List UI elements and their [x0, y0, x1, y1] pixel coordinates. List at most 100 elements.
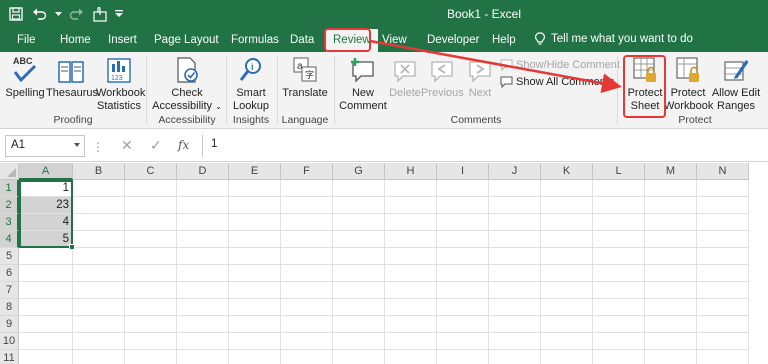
delete-comment-button[interactable]: Delete [388, 54, 422, 100]
cell-k5[interactable] [541, 248, 593, 265]
show-hide-comment-button[interactable]: Show/Hide Comment [500, 59, 620, 71]
cell-i10[interactable] [437, 333, 489, 350]
column-header-e[interactable]: E [229, 163, 281, 180]
cell-d11[interactable] [177, 350, 229, 364]
select-all-corner[interactable] [0, 163, 19, 180]
cell-e7[interactable] [229, 282, 281, 299]
cell-j7[interactable] [489, 282, 541, 299]
previous-comment-button[interactable]: Previous [421, 54, 464, 100]
cell-n2[interactable] [697, 197, 749, 214]
cell-k3[interactable] [541, 214, 593, 231]
cell-k10[interactable] [541, 333, 593, 350]
cell-h1[interactable] [385, 180, 437, 197]
cell-k4[interactable] [541, 231, 593, 248]
cell-n10[interactable] [697, 333, 749, 350]
cell-m1[interactable] [645, 180, 697, 197]
tab-file[interactable]: File [17, 32, 36, 48]
cell-j11[interactable] [489, 350, 541, 364]
cell-k7[interactable] [541, 282, 593, 299]
cell-f8[interactable] [281, 299, 333, 316]
tab-insert[interactable]: Insert [108, 32, 137, 48]
cell-f4[interactable] [281, 231, 333, 248]
cell-j1[interactable] [489, 180, 541, 197]
cell-f6[interactable] [281, 265, 333, 282]
cell-l1[interactable] [593, 180, 645, 197]
check-accessibility-button[interactable]: Check Accessibility ⌄ [151, 54, 223, 113]
cell-e3[interactable] [229, 214, 281, 231]
cell-e4[interactable] [229, 231, 281, 248]
formula-bar-grip-icon[interactable]: ⋮ [92, 140, 104, 154]
cell-b3[interactable] [73, 214, 125, 231]
cell-b9[interactable] [73, 316, 125, 333]
cell-k6[interactable] [541, 265, 593, 282]
insert-function-icon[interactable]: fx [178, 138, 189, 152]
cancel-icon[interactable]: ✕ [121, 137, 133, 154]
column-header-h[interactable]: H [385, 163, 437, 180]
cell-b2[interactable] [73, 197, 125, 214]
tab-help[interactable]: Help [492, 32, 516, 48]
cell-a6[interactable] [19, 265, 73, 282]
cell-h10[interactable] [385, 333, 437, 350]
tab-view[interactable]: View [382, 32, 407, 48]
cell-c4[interactable] [125, 231, 177, 248]
cell-j3[interactable] [489, 214, 541, 231]
cell-l10[interactable] [593, 333, 645, 350]
cell-h4[interactable] [385, 231, 437, 248]
cell-l9[interactable] [593, 316, 645, 333]
cell-d9[interactable] [177, 316, 229, 333]
cell-g10[interactable] [333, 333, 385, 350]
row-header-9[interactable]: 9 [0, 316, 19, 333]
cell-g1[interactable] [333, 180, 385, 197]
protect-workbook-button[interactable]: Protect Workbook [664, 54, 713, 113]
cell-e5[interactable] [229, 248, 281, 265]
cell-m10[interactable] [645, 333, 697, 350]
column-header-c[interactable]: C [125, 163, 177, 180]
cell-b8[interactable] [73, 299, 125, 316]
row-header-6[interactable]: 6 [0, 265, 19, 282]
cell-i1[interactable] [437, 180, 489, 197]
cell-l2[interactable] [593, 197, 645, 214]
enter-icon[interactable]: ✓ [150, 137, 162, 154]
tab-home[interactable]: Home [60, 32, 91, 48]
cell-f5[interactable] [281, 248, 333, 265]
column-header-i[interactable]: I [437, 163, 489, 180]
row-header-7[interactable]: 7 [0, 282, 19, 299]
cell-c1[interactable] [125, 180, 177, 197]
thesaurus-button[interactable]: Thesaurus [46, 54, 98, 100]
cell-n3[interactable] [697, 214, 749, 231]
cell-b5[interactable] [73, 248, 125, 265]
cell-k2[interactable] [541, 197, 593, 214]
cell-e11[interactable] [229, 350, 281, 364]
cell-j5[interactable] [489, 248, 541, 265]
cell-b10[interactable] [73, 333, 125, 350]
cell-j2[interactable] [489, 197, 541, 214]
allow-edit-ranges-button[interactable]: Allow Edit Ranges [711, 54, 761, 113]
row-header-1[interactable]: 1 [0, 180, 19, 197]
cell-f7[interactable] [281, 282, 333, 299]
tab-formulas[interactable]: Formulas [231, 32, 279, 48]
cell-a9[interactable] [19, 316, 73, 333]
cell-f1[interactable] [281, 180, 333, 197]
cell-h9[interactable] [385, 316, 437, 333]
cell-l6[interactable] [593, 265, 645, 282]
cell-n5[interactable] [697, 248, 749, 265]
cell-e8[interactable] [229, 299, 281, 316]
cell-f11[interactable] [281, 350, 333, 364]
tab-review[interactable]: Review [326, 29, 378, 52]
cell-a1[interactable]: 1 [19, 180, 73, 197]
cell-d5[interactable] [177, 248, 229, 265]
cell-c9[interactable] [125, 316, 177, 333]
cell-j9[interactable] [489, 316, 541, 333]
cell-h11[interactable] [385, 350, 437, 364]
cell-n4[interactable] [697, 231, 749, 248]
cell-l5[interactable] [593, 248, 645, 265]
cell-b6[interactable] [73, 265, 125, 282]
tab-page-layout[interactable]: Page Layout [154, 32, 219, 48]
cell-d6[interactable] [177, 265, 229, 282]
column-header-k[interactable]: K [541, 163, 593, 180]
cell-i2[interactable] [437, 197, 489, 214]
smart-lookup-button[interactable]: i Smart Lookup [230, 54, 272, 113]
column-header-d[interactable]: D [177, 163, 229, 180]
cell-h7[interactable] [385, 282, 437, 299]
row-header-5[interactable]: 5 [0, 248, 19, 265]
